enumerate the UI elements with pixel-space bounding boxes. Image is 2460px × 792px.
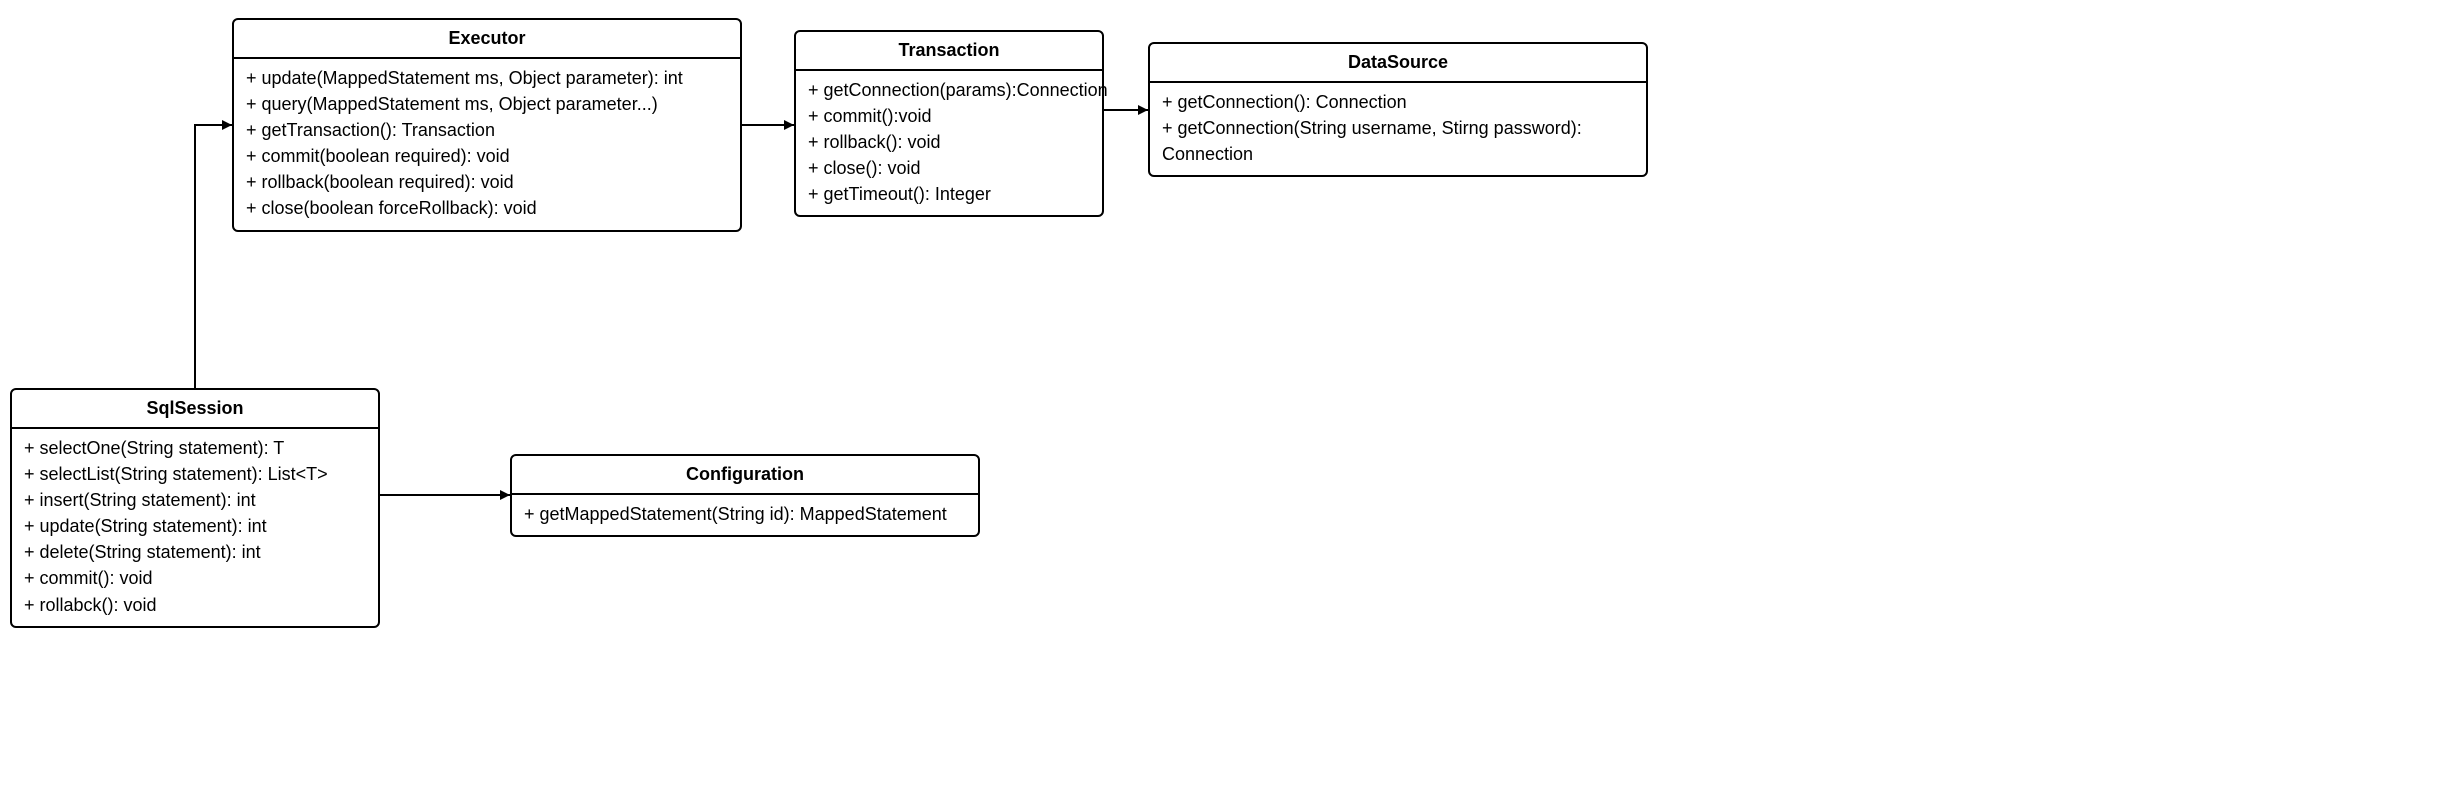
class-datasource: DataSource + getConnection(): Connection… [1148,42,1648,177]
class-member: + rollabck(): void [24,592,366,618]
class-executor: Executor + update(MappedStatement ms, Ob… [232,18,742,232]
class-member: + commit():void [808,103,1090,129]
class-member: + selectOne(String statement): T [24,435,366,461]
class-member: + getConnection(params):Connection [808,77,1090,103]
class-member: + rollback(boolean required): void [246,169,728,195]
class-member: + getConnection(String username, Stirng … [1162,115,1634,141]
connector-sqlsession-executor [195,125,232,388]
class-member: + getTransaction(): Transaction [246,117,728,143]
class-member: + rollback(): void [808,129,1090,155]
class-member: + getTimeout(): Integer [808,181,1090,207]
class-body: + update(MappedStatement ms, Object para… [234,59,740,230]
class-member: + close(): void [808,155,1090,181]
class-member: + getConnection(): Connection [1162,89,1634,115]
class-sqlsession: SqlSession + selectOne(String statement)… [10,388,380,628]
class-member: + delete(String statement): int [24,539,366,565]
class-transaction: Transaction + getConnection(params):Conn… [794,30,1104,217]
class-member: + commit(): void [24,565,366,591]
class-title: Configuration [512,456,978,495]
class-configuration: Configuration + getMappedStatement(Strin… [510,454,980,537]
class-member: + close(boolean forceRollback): void [246,195,728,221]
class-title: Executor [234,20,740,59]
class-body: + getConnection(params):Connection + com… [796,71,1102,215]
class-member: + query(MappedStatement ms, Object param… [246,91,728,117]
class-member: + selectList(String statement): List<T> [24,461,366,487]
class-title: SqlSession [12,390,378,429]
class-title: DataSource [1150,44,1646,83]
class-member: + update(String statement): int [24,513,366,539]
class-member: + insert(String statement): int [24,487,366,513]
class-member: + getMappedStatement(String id): MappedS… [524,501,966,527]
class-body: + getMappedStatement(String id): MappedS… [512,495,978,535]
class-title: Transaction [796,32,1102,71]
class-body: + getConnection(): Connection + getConne… [1150,83,1646,175]
class-body: + selectOne(String statement): T + selec… [12,429,378,626]
class-member: + commit(boolean required): void [246,143,728,169]
class-member: Connection [1162,141,1634,167]
class-member: + update(MappedStatement ms, Object para… [246,65,728,91]
